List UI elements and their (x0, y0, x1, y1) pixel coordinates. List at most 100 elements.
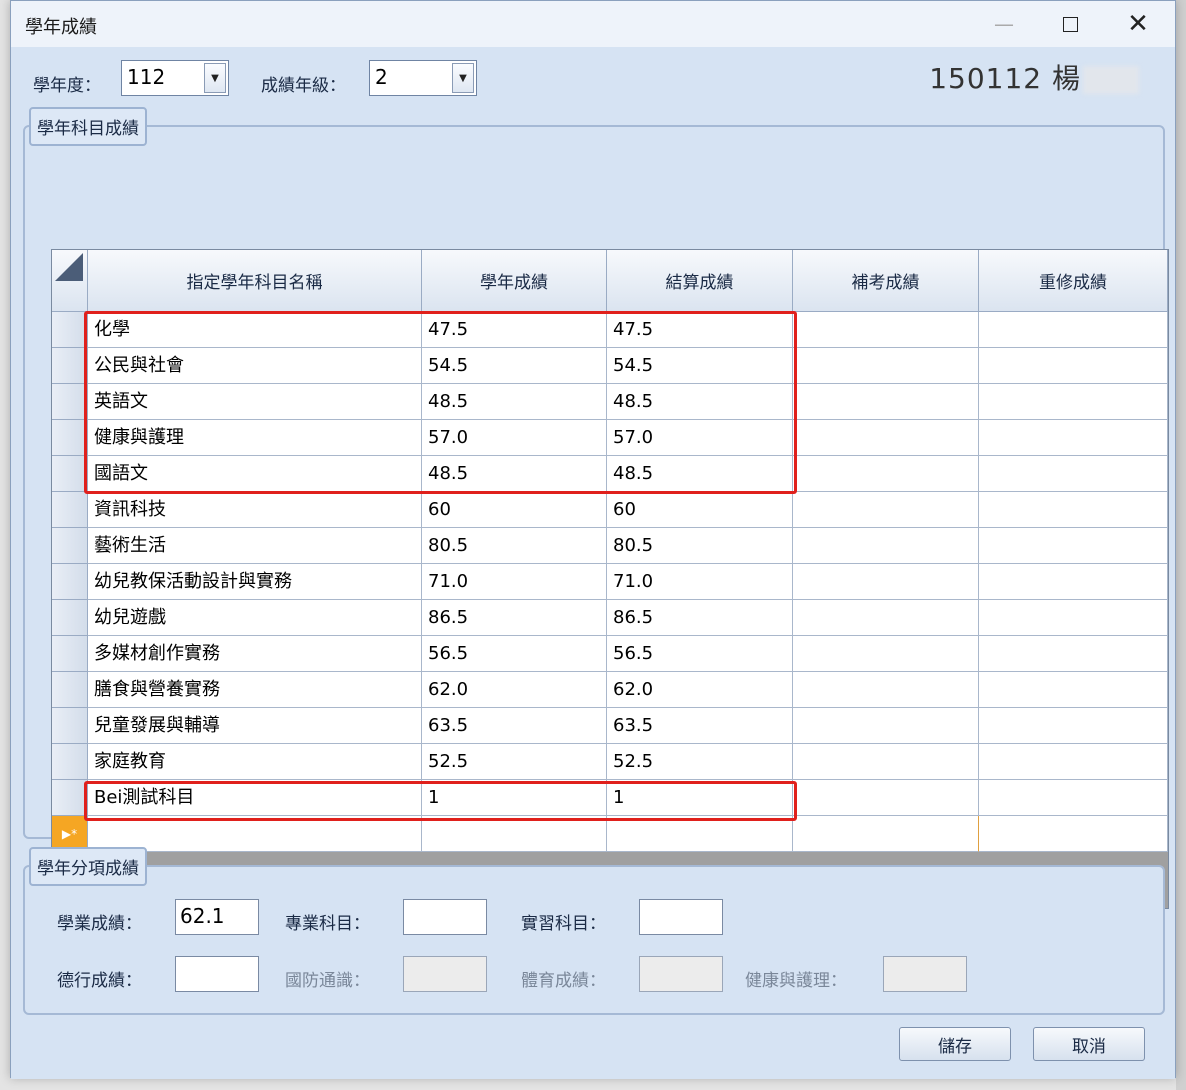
cell-year-score[interactable]: 54.5 (422, 348, 607, 384)
row-header[interactable] (52, 456, 88, 492)
cell-final-score[interactable]: 86.5 (607, 600, 793, 636)
cell-year-score[interactable]: 56.5 (422, 636, 607, 672)
cell-retake-score[interactable] (979, 312, 1168, 348)
cell-year-score[interactable]: 71.0 (422, 564, 607, 600)
cell-retake-score[interactable] (979, 564, 1168, 600)
cell-year-score[interactable]: 48.5 (422, 456, 607, 492)
table-row[interactable]: 公民與社會 54.5 54.5 (52, 348, 1168, 384)
cell-year-score[interactable]: 57.0 (422, 420, 607, 456)
cell-retake-score[interactable] (979, 600, 1168, 636)
cell-retake-score[interactable] (979, 780, 1168, 816)
cell-makeup-score[interactable] (793, 744, 979, 780)
row-header[interactable] (52, 564, 88, 600)
new-record-row[interactable]: ▶* (52, 816, 1168, 852)
cell-final-score[interactable]: 80.5 (607, 528, 793, 564)
cell-year-score[interactable]: 60 (422, 492, 607, 528)
table-row[interactable]: 膳食與營養實務 62.0 62.0 (52, 672, 1168, 708)
new-cell-year-score[interactable] (422, 816, 607, 852)
cell-makeup-score[interactable] (793, 312, 979, 348)
cell-makeup-score[interactable] (793, 672, 979, 708)
cell-final-score[interactable]: 60 (607, 492, 793, 528)
cell-subject[interactable]: 多媒材創作實務 (88, 636, 422, 672)
table-row[interactable]: 資訊科技 60 60 (52, 492, 1168, 528)
cell-makeup-score[interactable] (793, 348, 979, 384)
cell-final-score[interactable]: 56.5 (607, 636, 793, 672)
row-header[interactable] (52, 600, 88, 636)
cell-subject[interactable]: 家庭教育 (88, 744, 422, 780)
cell-subject[interactable]: 健康與護理 (88, 420, 422, 456)
cell-subject[interactable]: 幼兒教保活動設計與實務 (88, 564, 422, 600)
cell-year-score[interactable]: 52.5 (422, 744, 607, 780)
year-select[interactable]: 112 ▼ (121, 60, 229, 96)
cell-subject[interactable]: Bei測試科目 (88, 780, 422, 816)
cell-year-score[interactable]: 62.0 (422, 672, 607, 708)
cell-makeup-score[interactable] (793, 384, 979, 420)
cell-subject[interactable]: 國語文 (88, 456, 422, 492)
cell-makeup-score[interactable] (793, 528, 979, 564)
cell-retake-score[interactable] (979, 744, 1168, 780)
cell-final-score[interactable]: 47.5 (607, 312, 793, 348)
table-row[interactable]: 幼兒教保活動設計與實務 71.0 71.0 (52, 564, 1168, 600)
new-cell-final-score[interactable] (607, 816, 793, 852)
cell-subject[interactable]: 英語文 (88, 384, 422, 420)
cell-retake-score[interactable] (979, 420, 1168, 456)
cell-makeup-score[interactable] (793, 456, 979, 492)
cell-retake-score[interactable] (979, 456, 1168, 492)
row-header[interactable] (52, 708, 88, 744)
table-row[interactable]: 英語文 48.5 48.5 (52, 384, 1168, 420)
close-button[interactable]: ✕ (1105, 1, 1171, 47)
row-header[interactable] (52, 348, 88, 384)
cell-retake-score[interactable] (979, 492, 1168, 528)
major-field[interactable] (403, 899, 487, 935)
select-all-corner[interactable] (52, 250, 88, 312)
new-cell-retake-score[interactable] (979, 816, 1168, 852)
table-row[interactable]: 國語文 48.5 48.5 (52, 456, 1168, 492)
row-header[interactable] (52, 780, 88, 816)
cell-final-score[interactable]: 48.5 (607, 384, 793, 420)
cell-makeup-score[interactable] (793, 420, 979, 456)
row-header[interactable] (52, 636, 88, 672)
academic-field[interactable]: 62.1 (175, 899, 259, 935)
minimize-button[interactable]: — (971, 1, 1037, 47)
column-header-final-score[interactable]: 結算成績 (607, 250, 793, 312)
practice-field[interactable] (639, 899, 723, 935)
row-header[interactable] (52, 384, 88, 420)
cell-subject[interactable]: 資訊科技 (88, 492, 422, 528)
cell-subject[interactable]: 幼兒遊戲 (88, 600, 422, 636)
cell-retake-score[interactable] (979, 636, 1168, 672)
row-header[interactable] (52, 744, 88, 780)
cell-final-score[interactable]: 71.0 (607, 564, 793, 600)
column-header-makeup-score[interactable]: 補考成績 (793, 250, 979, 312)
cell-final-score[interactable]: 1 (607, 780, 793, 816)
cell-year-score[interactable]: 80.5 (422, 528, 607, 564)
cell-subject[interactable]: 公民與社會 (88, 348, 422, 384)
cell-year-score[interactable]: 63.5 (422, 708, 607, 744)
cell-retake-score[interactable] (979, 708, 1168, 744)
grade-select[interactable]: 2 ▼ (369, 60, 477, 96)
cell-subject[interactable]: 化學 (88, 312, 422, 348)
table-row[interactable]: Bei測試科目 1 1 (52, 780, 1168, 816)
maximize-button[interactable] (1037, 1, 1103, 47)
cell-makeup-score[interactable] (793, 492, 979, 528)
cell-final-score[interactable]: 62.0 (607, 672, 793, 708)
table-row[interactable]: 多媒材創作實務 56.5 56.5 (52, 636, 1168, 672)
cell-makeup-score[interactable] (793, 564, 979, 600)
row-header[interactable] (52, 528, 88, 564)
cell-final-score[interactable]: 63.5 (607, 708, 793, 744)
column-header-year-score[interactable]: 學年成績 (422, 250, 607, 312)
table-row[interactable]: 家庭教育 52.5 52.5 (52, 744, 1168, 780)
table-row[interactable]: 藝術生活 80.5 80.5 (52, 528, 1168, 564)
cell-final-score[interactable]: 48.5 (607, 456, 793, 492)
cell-year-score[interactable]: 48.5 (422, 384, 607, 420)
cell-retake-score[interactable] (979, 348, 1168, 384)
row-header[interactable] (52, 420, 88, 456)
cell-year-score[interactable]: 47.5 (422, 312, 607, 348)
save-button[interactable]: 儲存 (899, 1027, 1011, 1061)
cancel-button[interactable]: 取消 (1033, 1027, 1145, 1061)
cell-retake-score[interactable] (979, 672, 1168, 708)
column-header-subject[interactable]: 指定學年科目名稱 (88, 250, 422, 312)
cell-makeup-score[interactable] (793, 636, 979, 672)
column-header-retake-score[interactable]: 重修成績 (979, 250, 1168, 312)
row-header[interactable] (52, 312, 88, 348)
cell-retake-score[interactable] (979, 528, 1168, 564)
